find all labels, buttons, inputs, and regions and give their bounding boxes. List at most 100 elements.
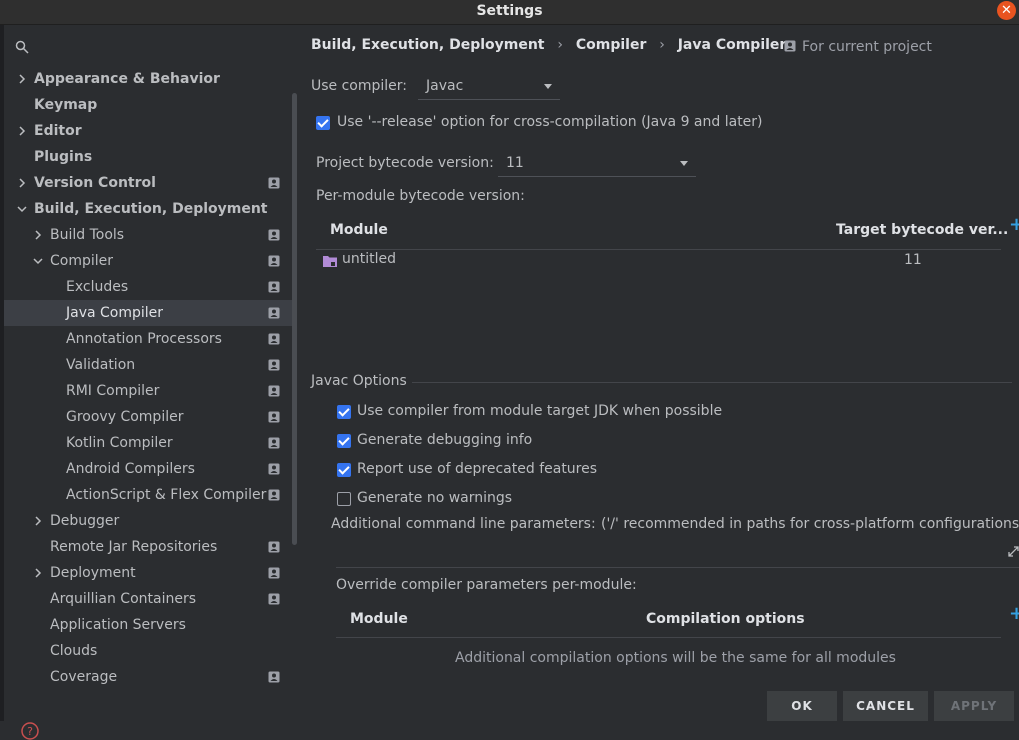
sidebar-item-label: Kotlin Compiler [66,435,173,451]
sidebar-item-groovy-compiler[interactable]: Groovy Compiler [4,404,294,430]
option-label: Use compiler from module target JDK when… [357,403,723,419]
release-option-checkbox[interactable] [316,116,330,130]
project-scope-icon [268,333,280,345]
project-scope-icon [268,359,280,371]
project-scope-icon [268,307,280,319]
sidebar-item-compiler[interactable]: Compiler [4,248,294,274]
sidebar-item-deployment[interactable]: Deployment [4,560,294,586]
chevron-right-icon[interactable] [16,73,28,85]
option-checkbox[interactable] [337,434,351,448]
sidebar-item-label: Deployment [50,565,136,581]
override-module-column-header[interactable]: Module [350,611,408,627]
settings-sidebar: Appearance & Behavior Keymap Editor Plugins… [0,25,300,740]
sidebar-item-label: Java Compiler [66,305,164,321]
breadcrumb-item[interactable]: Compiler [576,37,647,53]
sidebar-item-appearance-behavior[interactable]: Appearance & Behavior [4,66,294,92]
project-bytecode-select[interactable]: 11 [498,151,696,177]
sidebar-item-build-tools[interactable]: Build Tools [4,222,294,248]
project-scope-icon [268,177,280,189]
settings-search-input[interactable] [34,35,288,59]
chevron-down-icon[interactable] [16,203,28,215]
sidebar-item-rmi-compiler[interactable]: RMI Compiler [4,378,294,404]
sidebar-item-coverage[interactable]: Coverage [4,664,294,690]
sidebar-item-build-execution-deployment[interactable]: Build, Execution, Deployment [4,196,294,222]
sidebar-item-label: ActionScript & Flex Compiler [66,487,267,503]
close-icon[interactable]: ✕ [997,1,1016,20]
sidebar-item-debugger[interactable]: Debugger [4,508,294,534]
sidebar-item-label: Validation [66,357,136,373]
option-checkbox[interactable] [337,463,351,477]
compiler-select[interactable]: Javac [418,74,560,100]
chevron-right-icon[interactable] [16,177,28,189]
project-scope-icon [268,593,280,605]
sidebar-item-editor[interactable]: Editor [4,118,294,144]
sidebar-item-version-control[interactable]: Version Control [4,170,294,196]
compilation-options-column-header[interactable]: Compilation options [646,611,805,627]
sidebar-item-kotlin-compiler[interactable]: Kotlin Compiler [4,430,294,456]
sidebar-item-android-compilers[interactable]: Android Compilers [4,456,294,482]
chevron-right-icon[interactable] [32,567,44,579]
project-scope-icon [268,385,280,397]
project-scope-icon [268,255,280,267]
project-bytecode-value: 11 [506,155,524,171]
sidebar-item-keymap[interactable]: Keymap [4,92,294,118]
sidebar-item-remote-jar-repositories[interactable]: Remote Jar Repositories [4,534,294,560]
sidebar-item-excludes[interactable]: Excludes [4,274,294,300]
javac-options-section-label: Javac Options [311,373,407,389]
sidebar-item-plugins[interactable]: Plugins [4,144,294,170]
sidebar-item-label: Build Tools [50,227,125,243]
sidebar-item-validation[interactable]: Validation [4,352,294,378]
chevron-down-icon [544,84,552,89]
project-scope-icon [268,463,280,475]
project-bytecode-label: Project bytecode version: [316,155,494,171]
sidebar-item-label: Excludes [66,279,129,295]
chevron-right-icon[interactable] [16,125,28,137]
chevron-right-icon[interactable] [32,515,44,527]
help-icon[interactable]: ? [21,722,39,740]
sidebar-item-label: Groovy Compiler [66,409,184,425]
sidebar-item-clouds[interactable]: Clouds [4,638,294,664]
cancel-button[interactable]: CANCEL [843,691,928,721]
sidebar-item-java-compiler[interactable]: Java Compiler [4,300,294,326]
additional-params-label: Additional command line parameters: [331,516,596,532]
sidebar-scrollbar[interactable] [292,93,297,545]
module-column-header[interactable]: Module [330,222,388,238]
sidebar-item-label: Version Control [34,175,156,191]
scope-label: For current project [802,39,932,55]
module-name: untitled [342,251,397,267]
sidebar-item-label: Debugger [50,513,120,529]
use-compiler-label: Use compiler: [311,78,408,94]
window-title: Settings [476,3,543,19]
project-scope-icon [268,489,280,501]
breadcrumb-item[interactable]: Build, Execution, Deployment [311,37,545,53]
sidebar-item-actionscript-flex-compiler[interactable]: ActionScript & Flex Compiler [4,482,294,508]
add-icon[interactable]: + [1009,603,1019,624]
breadcrumb-item: Java Compiler [677,37,787,53]
sidebar-item-arquillian-containers[interactable]: Arquillian Containers [4,586,294,612]
apply-button[interactable]: APPLY [934,691,1014,721]
sidebar-item-annotation-processors[interactable]: Annotation Processors [4,326,294,352]
chevron-down-icon[interactable] [32,255,44,267]
chevron-right-icon[interactable] [32,229,44,241]
breadcrumb: Build, Execution, Deployment › Compiler … [311,37,794,53]
target-bytecode-column-header[interactable]: Target bytecode ver... [836,222,1008,238]
option-checkbox[interactable] [337,492,351,506]
table-divider [316,249,1001,250]
add-icon[interactable]: + [1009,214,1019,235]
sidebar-item-label: Coverage [50,669,118,685]
compiler-select-value: Javac [426,78,464,94]
breadcrumb-separator: › [659,37,665,53]
sidebar-item-application-servers[interactable]: Application Servers [4,612,294,638]
expand-icon[interactable] [1008,546,1019,557]
ok-button[interactable]: OK [767,691,837,721]
sidebar-item-label: Arquillian Containers [50,591,197,607]
project-scope-icon [268,411,280,423]
project-scope-icon [268,437,280,449]
additional-params-input[interactable]: ('/' recommended in paths for cross-plat… [601,516,1019,532]
left-edge [0,25,4,721]
option-checkbox[interactable] [337,405,351,419]
sidebar-item-label: RMI Compiler [66,383,160,399]
project-scope-icon [268,541,280,553]
svg-text:?: ? [27,725,33,738]
search-icon [15,40,29,54]
